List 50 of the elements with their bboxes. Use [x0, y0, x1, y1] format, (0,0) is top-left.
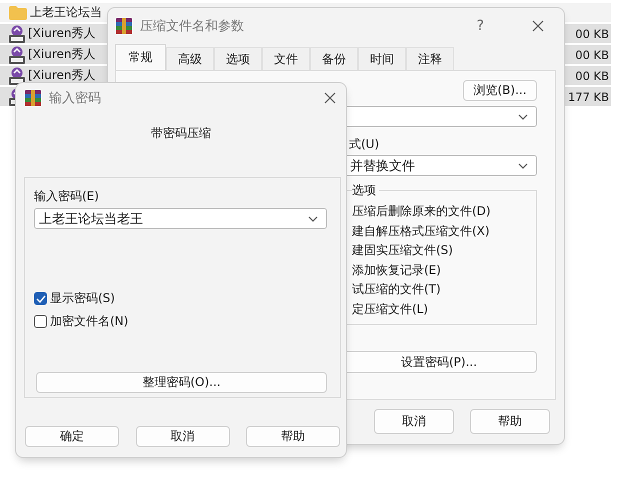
- file-size: 177 KB: [568, 90, 609, 104]
- tab[interactable]: 时间: [358, 47, 406, 70]
- field-label: 输入密码(E): [34, 188, 100, 205]
- file-name: 上老王论坛当: [30, 4, 102, 21]
- option-label[interactable]: 试压缩的文件(T): [352, 280, 536, 300]
- window-title: 压缩文件名和参数: [140, 18, 244, 35]
- dialog-heading: 带密码压缩: [150, 125, 212, 142]
- books-icon: [116, 18, 132, 34]
- window-title: 输入密码: [49, 90, 101, 107]
- close-icon: [532, 20, 544, 32]
- tab[interactable]: 注释: [406, 47, 454, 70]
- field-label: 式(U): [349, 136, 380, 153]
- browse-button[interactable]: 浏览(B)...: [463, 80, 537, 101]
- close-icon: [324, 92, 336, 104]
- dialog-button[interactable]: 取消: [136, 426, 230, 447]
- tab[interactable]: 备份: [310, 47, 358, 70]
- option-label[interactable]: 建固实压缩文件(S): [352, 241, 536, 261]
- file-name: [Xiuren秀人: [28, 46, 96, 63]
- tab[interactable]: 文件: [262, 47, 310, 70]
- tab[interactable]: 常规: [115, 44, 166, 70]
- books-icon: [25, 90, 41, 106]
- tab[interactable]: 选项: [214, 47, 262, 70]
- file-size: 00 KB: [575, 68, 609, 82]
- file-size: 00 KB: [575, 48, 609, 62]
- option-label[interactable]: 压缩后删除原来的文件(D): [352, 202, 536, 222]
- file-name: [Xiuren秀人: [28, 67, 96, 84]
- archive-icon: [9, 24, 25, 42]
- file-size: 00 KB: [575, 26, 609, 40]
- chevron-down-icon: [518, 162, 528, 168]
- folder-icon: [9, 6, 27, 20]
- chevron-down-icon: [308, 216, 318, 222]
- option-label[interactable]: 定压缩文件(L): [352, 300, 536, 320]
- option-label[interactable]: 建自解压格式压缩文件(X): [352, 222, 536, 242]
- dialog-button[interactable]: 帮助: [246, 426, 340, 447]
- file-name: [Xiuren秀人: [28, 25, 96, 42]
- checkbox[interactable]: [34, 315, 47, 328]
- tab[interactable]: 高级: [166, 47, 214, 70]
- group-title: 选项: [352, 182, 379, 199]
- checkbox-label[interactable]: 加密文件名(N): [50, 313, 128, 330]
- dialog-button[interactable]: 帮助: [470, 409, 550, 434]
- organize-passwords-button[interactable]: 整理密码(O)...: [36, 372, 327, 393]
- checkbox-label[interactable]: 显示密码(S): [50, 290, 115, 307]
- chevron-down-icon: [518, 114, 528, 120]
- dialog-button[interactable]: 取消: [374, 409, 454, 434]
- password-field[interactable]: 上老王论坛当老王: [34, 208, 327, 229]
- option-label[interactable]: 添加恢复记录(E): [352, 260, 536, 280]
- archive-icon: [9, 46, 25, 64]
- checkbox[interactable]: [34, 292, 47, 305]
- help-button[interactable]: ?: [476, 18, 484, 34]
- dialog-button[interactable]: 确定: [25, 426, 119, 447]
